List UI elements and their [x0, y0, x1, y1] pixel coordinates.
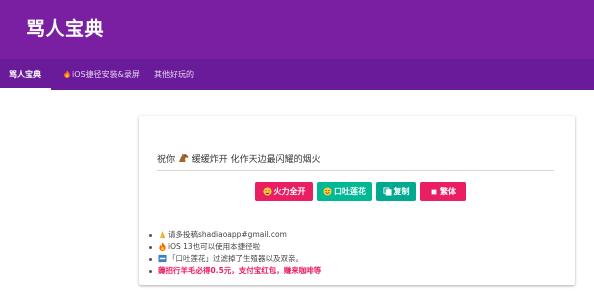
output-text-after: 缓缓炸开 化作天边最闪耀的烟火: [191, 155, 321, 165]
app-header: 骂人宝典: [0, 0, 594, 59]
traditional-chinese-button[interactable]: 繁体: [420, 182, 466, 201]
main-card: 祝你 缓缓炸开 化作天边最闪耀的烟火 火力全开 口吐莲花 复制 繁体 请多投稿s…: [139, 116, 575, 285]
tab-label: 其他好玩的: [154, 70, 194, 79]
active-tab-indicator: [0, 88, 51, 90]
fire-icon: [64, 70, 70, 78]
copy-button[interactable]: 复制: [376, 182, 416, 201]
note-text: iOS 13也可以使用本捷径啦: [168, 242, 261, 251]
generated-text-field[interactable]: 祝你 缓缓炸开 化作天边最闪耀的烟火: [157, 151, 554, 171]
new-icon: [158, 254, 167, 263]
output-text-before: 祝你: [157, 155, 176, 165]
list-item: 请多投稿shadiaoapp#gmail.com: [148, 229, 321, 241]
tab-curse-book[interactable]: 骂人宝典: [0, 59, 51, 90]
tab-other-fun[interactable]: 其他好玩的: [154, 59, 194, 90]
hot-face-icon: [262, 187, 272, 196]
list-item: 「口吐莲花」过滤掉了生殖器以及双亲。: [148, 253, 321, 265]
tab-bar: 骂人宝典 iOS捷径安装&录屏 其他好玩的: [0, 59, 594, 90]
button-label: 口吐莲花: [334, 187, 366, 196]
fire-power-button[interactable]: 火力全开: [255, 182, 313, 201]
horse-icon: [178, 153, 189, 162]
list-item[interactable]: 薅招行羊毛必得0.5元，支付宝红包，赚来咖啡等: [148, 265, 321, 277]
copy-icon: [382, 187, 392, 196]
fire-icon: [159, 242, 166, 251]
square-icon: [431, 189, 437, 195]
promo-link[interactable]: 薅招行羊毛必得0.5元，支付宝红包，赚来咖啡等: [158, 266, 321, 275]
note-text: 请多投稿shadiaoapp#gmail.com: [168, 230, 287, 239]
pray-icon: [159, 230, 166, 239]
tab-label: 骂人宝典: [9, 70, 41, 79]
button-label: 火力全开: [273, 187, 306, 196]
note-text: 「口吐莲花」过滤掉了生殖器以及双亲。: [168, 254, 303, 263]
button-label: 繁体: [440, 187, 456, 196]
notes-list: 请多投稿shadiaoapp#gmail.com iOS 13也可以使用本捷径啦…: [148, 229, 321, 277]
smile-icon: [323, 187, 332, 196]
button-label: 复制: [393, 187, 410, 196]
spit-lotus-button[interactable]: 口吐莲花: [317, 182, 372, 201]
list-item: iOS 13也可以使用本捷径啦: [148, 241, 321, 253]
tab-label: iOS捷径安装&录屏: [72, 70, 140, 79]
app-title: 骂人宝典: [26, 18, 105, 40]
tab-ios-shortcut[interactable]: iOS捷径安装&录屏: [63, 59, 140, 90]
